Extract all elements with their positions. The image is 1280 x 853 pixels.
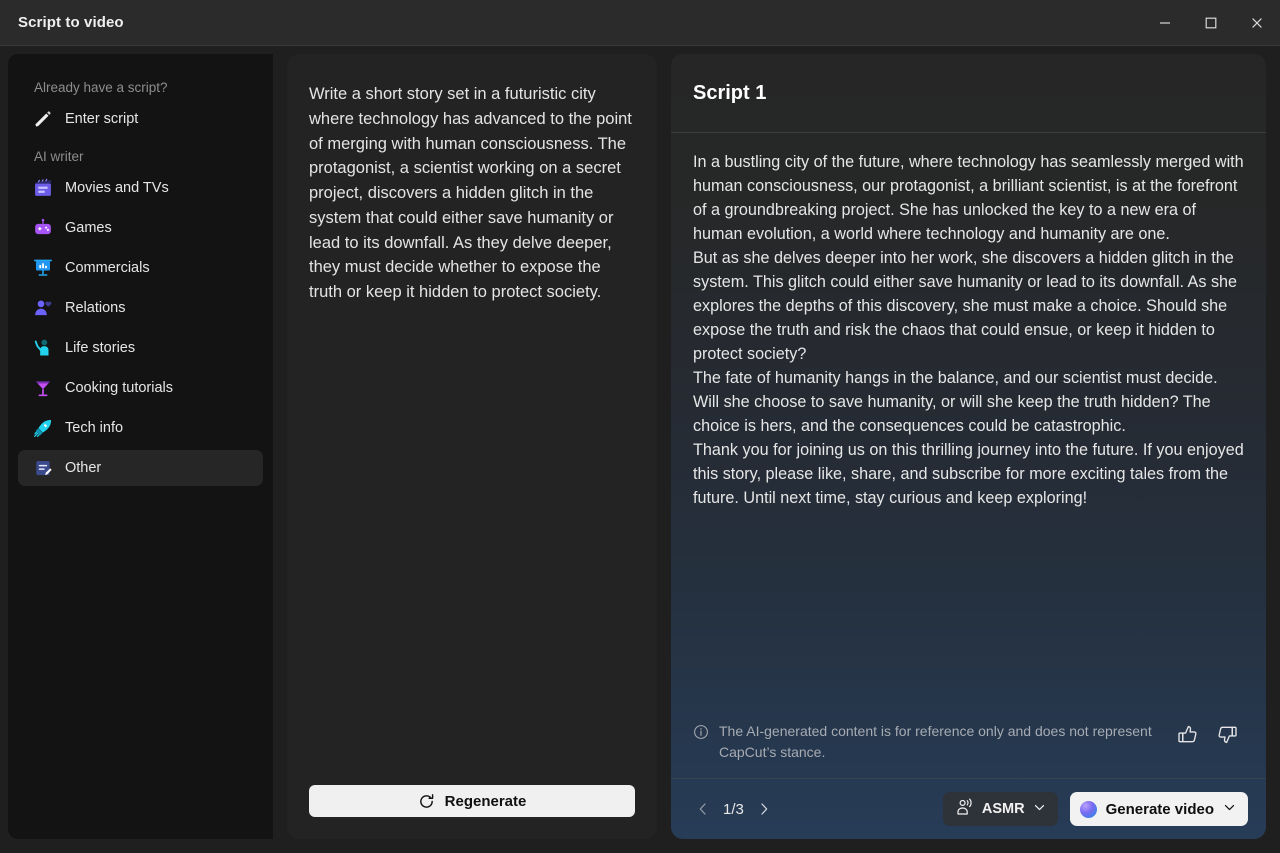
generate-video-button[interactable]: Generate video [1069, 792, 1248, 826]
footer-actions: ASMR Generate video [942, 792, 1248, 826]
document-lines-icon [32, 458, 53, 479]
close-button[interactable] [1234, 0, 1280, 46]
sidebar-item-cooking-tutorials[interactable]: Cooking tutorials [18, 370, 263, 406]
sidebar-item-label: Other [65, 460, 102, 476]
rocket-icon [32, 418, 53, 439]
sidebar-item-label: Enter script [65, 111, 139, 127]
title-bar: Script to video [0, 0, 1280, 46]
generate-video-label: Generate video [1105, 800, 1214, 818]
refresh-icon [418, 793, 435, 810]
chevron-down-icon [1033, 801, 1046, 818]
script-panel: Script 1 In a bustling city of the futur… [671, 54, 1266, 839]
app-window: Script to video Already have a script? E… [0, 0, 1280, 853]
page-indicator: 1/3 [723, 800, 744, 818]
script-paragraph: But as she delves deeper into her work, … [693, 248, 1238, 363]
thumbs-up-icon[interactable] [1174, 721, 1200, 747]
script-panel-header: Script 1 [671, 54, 1266, 133]
script-title: Script 1 [693, 81, 767, 104]
script-panel-footer: 1/3 ASMR Generate video [671, 778, 1266, 839]
sidebar-item-label: Tech info [65, 420, 124, 436]
voice-label: ASMR [981, 801, 1025, 817]
rating-controls [1174, 721, 1244, 747]
regenerate-button[interactable]: Regenerate [309, 785, 635, 817]
disclaimer-row: The AI-generated content is for referenc… [671, 717, 1266, 778]
app-body: Already have a script? Enter script AI w… [0, 46, 1280, 853]
clapperboard-icon [32, 178, 53, 199]
sidebar-item-tech-info[interactable]: Tech info [18, 410, 263, 446]
pencil-icon [32, 109, 53, 130]
voice-select-button[interactable]: ASMR [942, 792, 1058, 826]
sidebar-item-games[interactable]: Games [18, 210, 263, 246]
ai-orb-icon [1079, 800, 1097, 818]
prompt-panel-footer: Regenerate [287, 785, 657, 839]
person-heart-icon [32, 298, 53, 319]
chevron-left-icon[interactable] [693, 798, 713, 820]
voice-person-icon [955, 798, 974, 821]
sidebar-item-movies-and-tvs[interactable]: Movies and TVs [18, 170, 263, 206]
disclaimer-text: The AI-generated content is for referenc… [719, 723, 1152, 760]
script-paragraph: In a bustling city of the future, where … [693, 153, 1244, 243]
script-body[interactable]: In a bustling city of the future, where … [671, 133, 1266, 717]
cocktail-glass-icon [32, 378, 53, 399]
sidebar-item-label: Commercials [65, 260, 150, 276]
sidebar-item-enter-script[interactable]: Enter script [18, 101, 263, 137]
chevron-down-icon [1223, 801, 1236, 818]
sidebar-item-label: Movies and TVs [65, 180, 169, 196]
maximize-button[interactable] [1188, 0, 1234, 46]
info-circle-icon [693, 724, 709, 745]
window-controls [1142, 0, 1280, 45]
minimize-button[interactable] [1142, 0, 1188, 46]
sidebar-item-commercials[interactable]: Commercials [18, 250, 263, 286]
sidebar-item-label: Relations [65, 300, 126, 316]
sidebar-item-label: Cooking tutorials [65, 380, 173, 396]
sidebar-group-label-script: Already have a script? [34, 80, 168, 95]
sidebar-item-relations[interactable]: Relations [18, 290, 263, 326]
prompt-panel: Write a short story set in a futuristic … [287, 54, 657, 839]
page-title: Script to video [18, 14, 124, 31]
script-pager: 1/3 [693, 798, 774, 820]
sidebar-item-other[interactable]: Other [18, 450, 263, 486]
sidebar-item-label: Games [65, 220, 112, 236]
prompt-text[interactable]: Write a short story set in a futuristic … [287, 54, 657, 785]
gamepad-icon [32, 218, 53, 239]
script-paragraph: The fate of humanity hangs in the balanc… [693, 368, 1218, 435]
script-paragraph: Thank you for joining us on this thrilli… [693, 440, 1244, 507]
sidebar-item-life-stories[interactable]: Life stories [18, 330, 263, 366]
sidebar: Already have a script? Enter script AI w… [8, 54, 273, 839]
chevron-right-icon[interactable] [754, 798, 774, 820]
sidebar-item-label: Life stories [65, 340, 136, 356]
regenerate-label: Regenerate [444, 792, 527, 810]
sidebar-group-label-ai-writer: AI writer [34, 149, 84, 164]
person-waving-icon [32, 338, 53, 359]
thumbs-down-icon[interactable] [1214, 721, 1240, 747]
presentation-chart-icon [32, 258, 53, 279]
